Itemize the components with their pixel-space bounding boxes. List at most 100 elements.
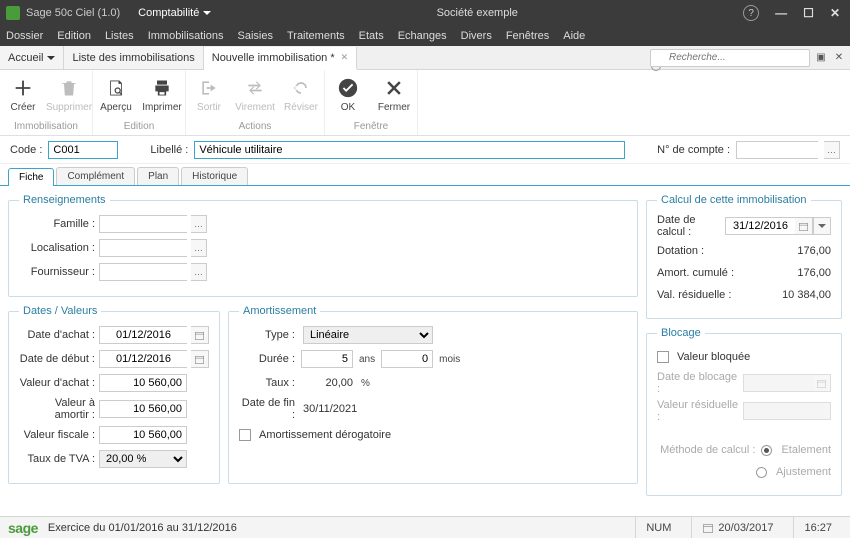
menubar: Dossier Edition Listes Immobilisations S… bbox=[0, 26, 850, 46]
close-search-icon[interactable]: ✕ bbox=[832, 51, 846, 65]
dropdown-icon[interactable] bbox=[813, 217, 831, 235]
compte-lookup-button[interactable]: … bbox=[824, 141, 840, 159]
reviser-button: Réviser bbox=[278, 72, 324, 119]
secondary-bar: Accueil Liste des immobilisations Nouvel… bbox=[0, 46, 850, 70]
creer-button[interactable]: Créer bbox=[0, 72, 46, 119]
menu-etats[interactable]: Etats bbox=[359, 30, 384, 42]
fournisseur-input[interactable] bbox=[99, 263, 187, 281]
num-indicator: NUM bbox=[635, 517, 681, 538]
module-label: Comptabilité bbox=[138, 7, 199, 19]
group-actions: Sortir Virement Réviser Actions bbox=[186, 70, 325, 135]
maximize-icon[interactable]: ☐ bbox=[803, 6, 814, 20]
preview-icon bbox=[104, 76, 128, 100]
tab-historique[interactable]: Historique bbox=[181, 167, 248, 185]
check-circle-icon bbox=[336, 76, 360, 100]
fin-value: 30/11/2021 bbox=[303, 403, 357, 415]
crumb-current[interactable]: Nouvelle immobilisation * ✕ bbox=[204, 47, 357, 70]
group-label: Fenêtre bbox=[354, 119, 388, 135]
tab-plan[interactable]: Plan bbox=[137, 167, 179, 185]
menu-saisies[interactable]: Saisies bbox=[238, 30, 273, 42]
localisation-lookup-button[interactable]: … bbox=[191, 239, 207, 257]
imprimer-button[interactable]: Imprimer bbox=[139, 72, 185, 119]
popout-icon[interactable]: ▣ bbox=[814, 51, 828, 65]
achat-input[interactable] bbox=[99, 326, 187, 344]
supprimer-label: Supprimer bbox=[46, 102, 92, 113]
blocage-valeur-label: Valeur résiduelle : bbox=[657, 399, 743, 423]
crumb-home[interactable]: Accueil bbox=[0, 46, 64, 69]
valeur-fiscale-label: Valeur fiscale : bbox=[19, 429, 95, 441]
derog-checkbox[interactable] bbox=[239, 429, 251, 441]
debut-input[interactable] bbox=[99, 350, 187, 368]
fermer-button[interactable]: Fermer bbox=[371, 72, 417, 119]
valeur-fiscale-input[interactable] bbox=[99, 426, 187, 444]
legend-blocage: Blocage bbox=[657, 327, 705, 339]
calendar-icon[interactable] bbox=[795, 217, 813, 235]
tab-complement[interactable]: Complément bbox=[56, 167, 135, 185]
module-dropdown[interactable]: Comptabilité bbox=[138, 7, 211, 19]
breadcrumb: Accueil Liste des immobilisations Nouvel… bbox=[0, 46, 357, 69]
libelle-input[interactable] bbox=[194, 141, 625, 159]
bloquee-checkbox[interactable] bbox=[657, 351, 669, 363]
ans-unit: ans bbox=[359, 354, 375, 365]
ajustement-radio bbox=[756, 467, 767, 478]
menu-divers[interactable]: Divers bbox=[461, 30, 492, 42]
menu-echanges[interactable]: Echanges bbox=[398, 30, 447, 42]
calcul-date-label: Date de calcul : bbox=[657, 214, 725, 238]
transfer-icon bbox=[243, 76, 267, 100]
calendar-icon[interactable] bbox=[191, 326, 209, 344]
menu-listes[interactable]: Listes bbox=[105, 30, 134, 42]
calendar-icon[interactable] bbox=[191, 350, 209, 368]
search-input[interactable] bbox=[650, 49, 810, 67]
famille-label: Famille : bbox=[19, 218, 95, 230]
mois-input[interactable] bbox=[381, 350, 433, 368]
minimize-icon[interactable]: — bbox=[775, 6, 787, 20]
code-label: Code : bbox=[10, 144, 42, 156]
dotation-label: Dotation : bbox=[657, 245, 704, 257]
legend-dates: Dates / Valeurs bbox=[19, 305, 101, 317]
search-wrap: ▣ ✕ bbox=[646, 46, 850, 69]
valeur-achat-input[interactable] bbox=[99, 374, 187, 392]
ans-input[interactable] bbox=[301, 350, 353, 368]
type-select[interactable]: Linéaire bbox=[303, 326, 433, 344]
compte-input[interactable] bbox=[736, 141, 818, 159]
exit-icon bbox=[197, 76, 221, 100]
menu-aide[interactable]: Aide bbox=[563, 30, 585, 42]
famille-lookup-button[interactable]: … bbox=[191, 215, 207, 233]
close-tab-icon[interactable]: ✕ bbox=[341, 52, 349, 63]
help-icon[interactable]: ? bbox=[743, 5, 759, 21]
trash-icon bbox=[57, 76, 81, 100]
group-label: Edition bbox=[124, 119, 155, 135]
menu-immobilisations[interactable]: Immobilisations bbox=[148, 30, 224, 42]
code-input[interactable] bbox=[48, 141, 118, 159]
type-label: Type : bbox=[239, 329, 295, 341]
undo-icon bbox=[289, 76, 313, 100]
ok-label: OK bbox=[341, 102, 355, 113]
menu-traitements[interactable]: Traitements bbox=[287, 30, 345, 42]
libelle-label: Libellé : bbox=[150, 144, 188, 156]
menu-edition[interactable]: Edition bbox=[57, 30, 91, 42]
menu-fenetres[interactable]: Fenêtres bbox=[506, 30, 549, 42]
crumb-list[interactable]: Liste des immobilisations bbox=[64, 46, 203, 69]
fournisseur-lookup-button[interactable]: … bbox=[191, 263, 207, 281]
menu-dossier[interactable]: Dossier bbox=[6, 30, 43, 42]
valeur-amortir-input[interactable] bbox=[99, 400, 187, 418]
blocage-valeur-input bbox=[743, 402, 831, 420]
famille-input[interactable] bbox=[99, 215, 187, 233]
close-icon[interactable]: ✕ bbox=[830, 6, 840, 20]
status-time: 16:27 bbox=[793, 517, 842, 538]
virement-button: Virement bbox=[232, 72, 278, 119]
fieldset-dates: Dates / Valeurs Date d'achat : Date de d… bbox=[8, 305, 220, 484]
ok-button[interactable]: OK bbox=[325, 72, 371, 119]
crumb-home-label: Accueil bbox=[8, 52, 43, 64]
legend-amortissement: Amortissement bbox=[239, 305, 320, 317]
legend-renseignements: Renseignements bbox=[19, 194, 110, 206]
calcul-date-input[interactable] bbox=[725, 217, 795, 235]
cumule-label: Amort. cumulé : bbox=[657, 267, 734, 279]
apercu-button[interactable]: Aperçu bbox=[93, 72, 139, 119]
sortir-label: Sortir bbox=[197, 102, 221, 113]
taux-tva-select[interactable]: 20,00 % bbox=[99, 450, 187, 468]
fieldset-calcul: Calcul de cette immobilisation Date de c… bbox=[646, 194, 842, 319]
tab-fiche[interactable]: Fiche bbox=[8, 168, 54, 186]
debut-label: Date de début : bbox=[19, 353, 95, 365]
localisation-input[interactable] bbox=[99, 239, 187, 257]
